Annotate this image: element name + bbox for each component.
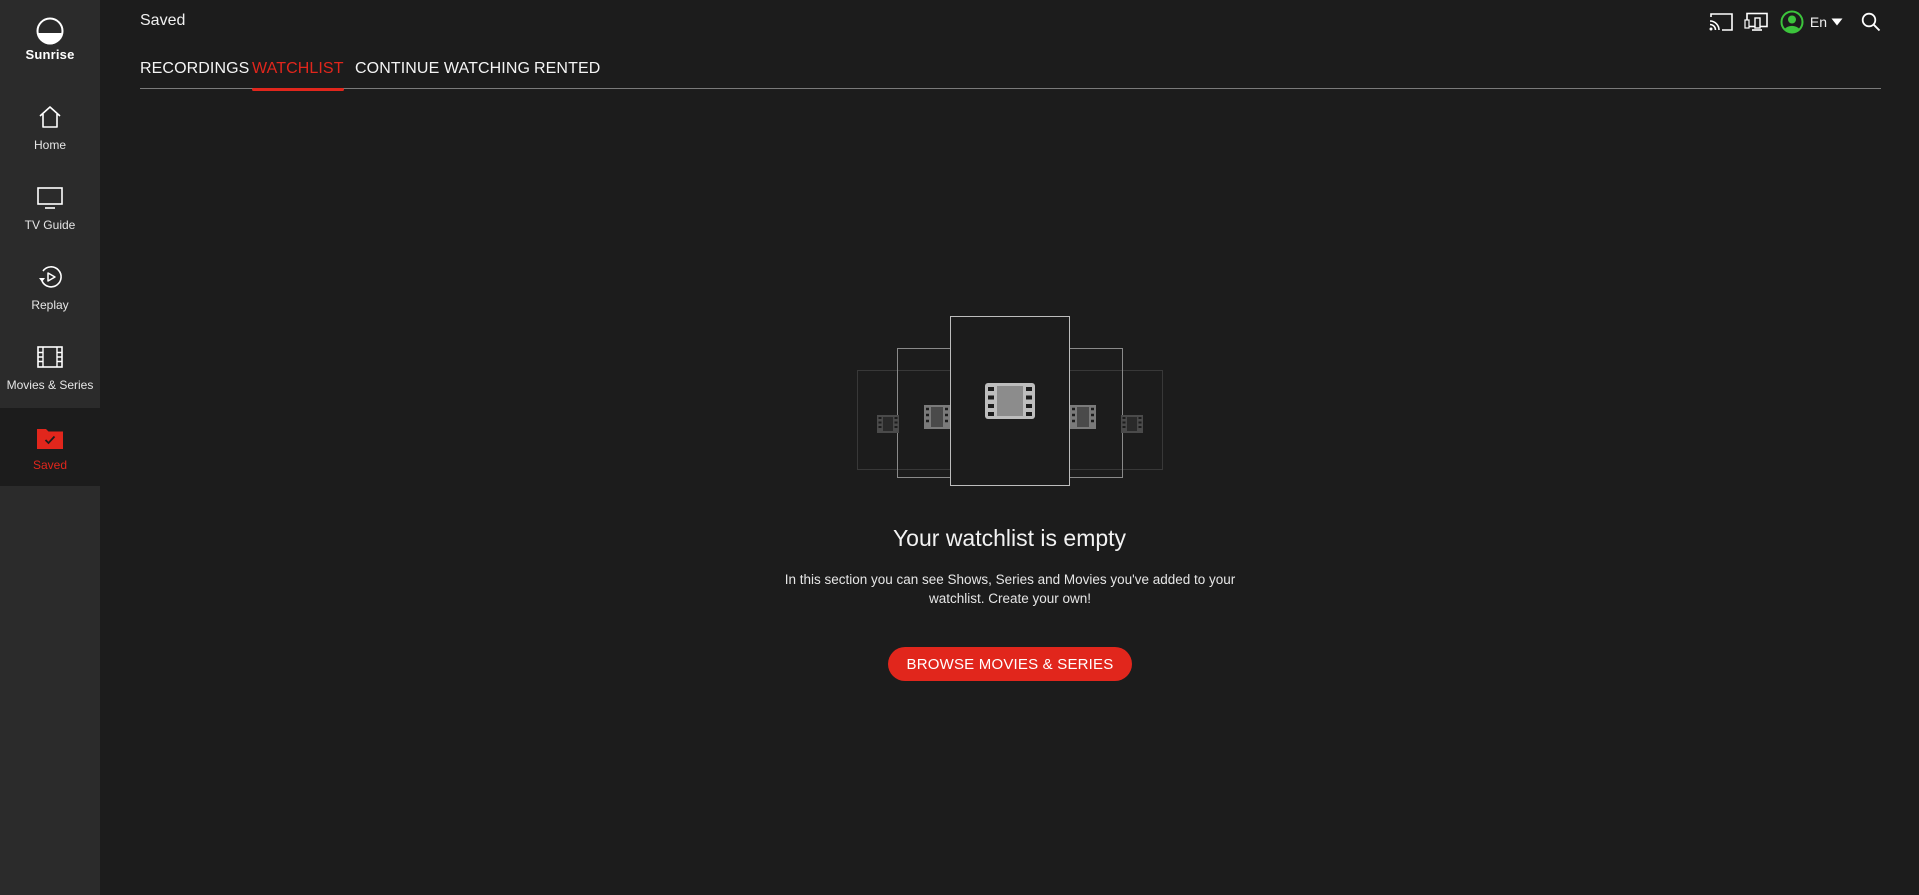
film-icon [875, 412, 901, 436]
saved-folder-icon [0, 423, 100, 455]
sidebar-item-label: Replay [31, 298, 69, 312]
cast-icon[interactable] [1708, 12, 1734, 32]
sidebar-item-replay[interactable]: Replay [0, 263, 100, 343]
chevron-down-icon[interactable] [1831, 18, 1843, 26]
tab-continue-watching[interactable]: CONTINUE WATCHING [355, 60, 530, 89]
sidebar-item-label: Movies & Series [6, 378, 94, 392]
sunrise-logo-icon [36, 17, 64, 45]
sidebar-item-label: TV Guide [24, 218, 76, 232]
replay-icon [0, 263, 100, 295]
card-front [950, 316, 1070, 486]
sunrise-logo[interactable]: Sunrise [0, 17, 100, 62]
sidebar-item-tv-guide[interactable]: TV Guide [0, 183, 100, 263]
brand-name: Sunrise [25, 47, 75, 62]
home-icon [0, 103, 100, 135]
film-icon [1068, 402, 1098, 432]
tab-rented[interactable]: RENTED [534, 60, 600, 89]
profile-icon[interactable] [1780, 10, 1804, 34]
sidebar-item-saved[interactable]: Saved [0, 408, 100, 486]
film-icon [1119, 412, 1145, 436]
empty-watchlist-illustration [857, 316, 1163, 486]
language-selector[interactable]: En [1810, 14, 1827, 30]
sidebar-item-label: Saved [32, 458, 68, 472]
page-title: Saved [140, 12, 186, 29]
devices-icon[interactable] [1744, 12, 1770, 32]
empty-state-title: Your watchlist is empty [892, 525, 1127, 551]
search-icon[interactable] [1861, 12, 1881, 32]
tv-icon [0, 183, 100, 215]
film-icon [985, 383, 1035, 419]
sidebar-item-label: Home [33, 138, 66, 152]
top-toolbar: En [1708, 10, 1881, 34]
browse-movies-series-button[interactable]: BROWSE MOVIES & SERIES [888, 647, 1132, 681]
tab-recordings[interactable]: RECORDINGS [140, 60, 249, 89]
film-icon [922, 402, 952, 432]
empty-state-description: In this section you can see Shows, Serie… [784, 572, 1236, 606]
sidebar: Sunrise Home TV Guide Replay Movies & Se… [0, 0, 100, 895]
tab-watchlist[interactable]: WATCHLIST [252, 60, 344, 91]
sidebar-item-home[interactable]: Home [0, 103, 100, 183]
film-icon [0, 343, 100, 375]
saved-tabs: RECORDINGS WATCHLIST CONTINUE WATCHING R… [140, 58, 1881, 91]
